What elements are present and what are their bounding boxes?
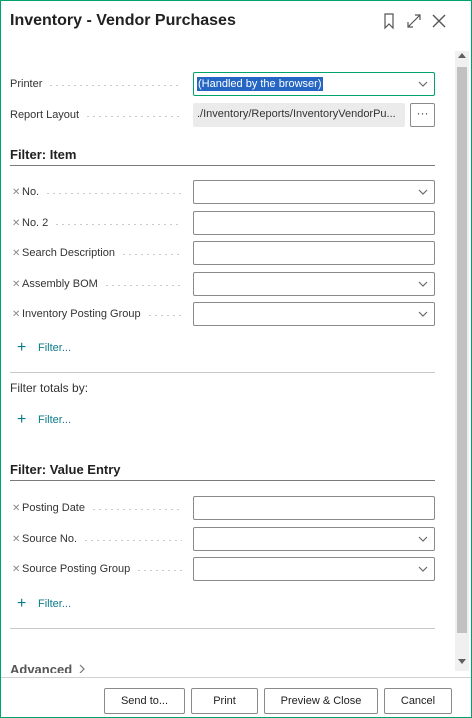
report-layout-row: Report Layout ./Inventory/Reports/Invent… [1,103,453,127]
filter-item-row: ✕ No. 2 [1,211,453,235]
remove-filter-icon[interactable]: ✕ [12,279,20,290]
title-bar: Inventory - Vendor Purchases [1,1,471,47]
filter-label: ✕ Posting Date [10,496,186,520]
add-totals-filter-link[interactable]: + Filter... [17,411,71,429]
filter-item-row: ✕ No. [1,180,453,204]
filter-value-entry-divider [10,480,435,481]
item-no-filter-input[interactable] [193,180,435,204]
chevron-down-icon[interactable] [418,535,428,543]
filter-label: ✕ Source Posting Group [10,557,186,581]
remove-filter-icon[interactable]: ✕ [12,248,20,259]
filter-item-end-divider [10,372,435,373]
filter-label: ✕ Assembly BOM [10,272,186,296]
filter-label: ✕ Search Description [10,241,186,265]
scroll-thumb[interactable] [457,67,467,633]
printer-label: Printer [10,72,186,96]
print-button[interactable]: Print [191,688,258,714]
advanced-section-toggle[interactable]: Advanced [10,662,86,673]
printer-row: Printer (Handled by the browser) [1,72,453,96]
filter-label: ✕ Inventory Posting Group [10,302,186,326]
filter-label: ✕ No. 2 [10,211,186,235]
add-item-filter-link[interactable]: + Filter... [17,339,71,357]
posting-date-filter-input[interactable] [193,496,435,520]
remove-filter-icon[interactable]: ✕ [12,534,20,545]
report-layout-field[interactable]: ./Inventory/Reports/InventoryVendorPu... [193,103,405,127]
preview-close-button[interactable]: Preview & Close [264,688,378,714]
send-to-button[interactable]: Send to... [104,688,185,714]
scroll-up-arrow[interactable] [458,53,466,58]
source-no-filter-input[interactable] [193,527,435,551]
filter-value-entry-row: ✕ Posting Date [1,496,453,520]
cancel-button[interactable]: Cancel [384,688,452,714]
inventory-posting-group-filter-input[interactable] [193,302,435,326]
report-layout-lookup-button[interactable]: ··· [410,103,435,127]
filter-item-row: ✕ Assembly BOM [1,272,453,296]
item-no2-filter-input[interactable] [193,211,435,235]
dialog-footer: Send to... Print Preview & Close Cancel [1,677,471,717]
close-icon[interactable] [429,11,449,31]
filter-item-heading: Filter: Item [10,147,77,162]
plus-icon: + [17,411,27,428]
remove-filter-icon[interactable]: ✕ [12,218,20,229]
chevron-down-icon[interactable] [418,310,428,318]
filter-value-entry-heading: Filter: Value Entry [10,462,121,477]
remove-filter-icon[interactable]: ✕ [12,503,20,514]
remove-filter-icon[interactable]: ✕ [12,309,20,320]
report-request-dialog: Inventory - Vendor Purchases Printer (Ha… [0,0,472,718]
remove-filter-icon[interactable]: ✕ [12,187,20,198]
filter-value-entry-row: ✕ Source Posting Group [1,557,453,581]
filter-label: ✕ Source No. [10,527,186,551]
plus-icon: + [17,339,27,356]
printer-value: (Handled by the browser) [196,76,324,92]
request-page-content: Printer (Handled by the browser) Report … [1,59,453,673]
filter-totals-label: Filter totals by: [10,381,89,395]
search-description-filter-input[interactable] [193,241,435,265]
report-layout-label: Report Layout [10,103,186,127]
scroll-down-arrow[interactable] [458,659,466,664]
chevron-down-icon[interactable] [418,565,428,573]
printer-select[interactable]: (Handled by the browser) [193,72,435,96]
chevron-down-icon[interactable] [418,188,428,196]
add-value-entry-filter-link[interactable]: + Filter... [17,595,71,613]
source-posting-group-filter-input[interactable] [193,557,435,581]
filter-item-row: ✕ Inventory Posting Group [1,302,453,326]
bookmark-icon[interactable] [379,11,399,31]
report-layout-value: ./Inventory/Reports/InventoryVendorPu... [197,108,396,120]
vertical-scrollbar[interactable] [455,51,469,671]
chevron-right-icon [79,664,85,673]
assembly-bom-filter-input[interactable] [193,272,435,296]
remove-filter-icon[interactable]: ✕ [12,564,20,575]
chevron-down-icon[interactable] [418,280,428,288]
filter-value-entry-end-divider [10,628,435,629]
expand-icon[interactable] [404,11,424,31]
filter-item-row: ✕ Search Description [1,241,453,265]
dialog-title: Inventory - Vendor Purchases [10,12,236,29]
filter-value-entry-row: ✕ Source No. [1,527,453,551]
filter-label: ✕ No. [10,180,186,204]
plus-icon: + [17,595,27,612]
filter-item-divider [10,165,435,166]
chevron-down-icon [418,81,428,87]
